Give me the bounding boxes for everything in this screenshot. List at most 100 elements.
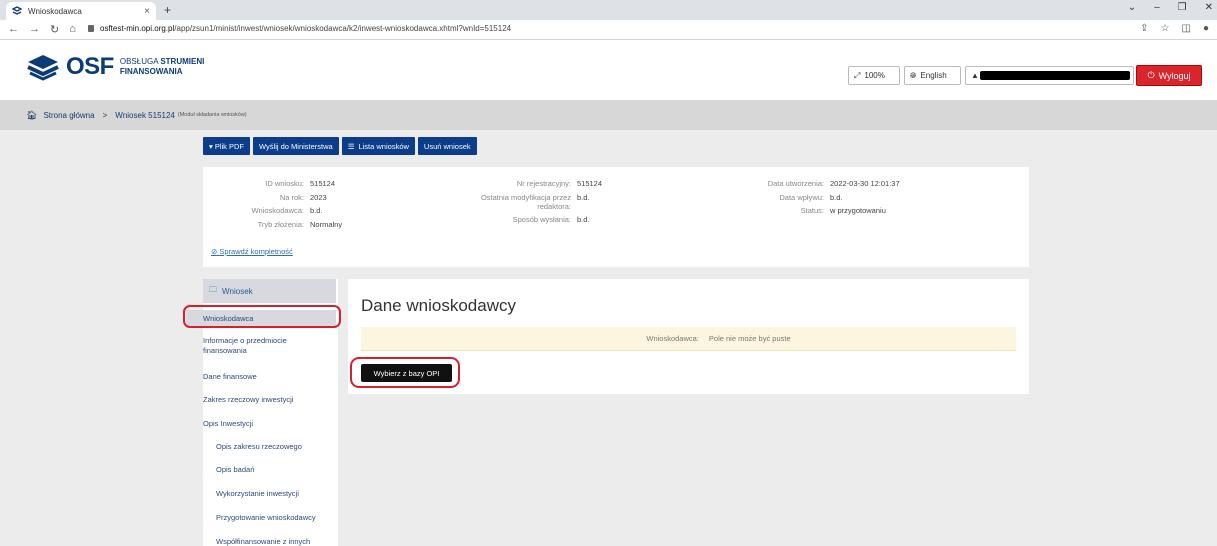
new-tab-button[interactable]: + bbox=[164, 3, 171, 17]
url-path: /app/zsun1/minist/inwest/wniosek/wniosko… bbox=[174, 24, 512, 33]
info-label: Data utworzenia: bbox=[767, 179, 824, 188]
application-list-button[interactable]: ☰ Lista wniosków bbox=[341, 137, 415, 155]
sidebar-head[interactable]: 🗀︎ Wniosek bbox=[203, 279, 336, 303]
info-column-3: Data utworzenia: 2022-03-30 12:01:37 Data… bbox=[743, 179, 900, 220]
logo-mark-icon bbox=[27, 55, 59, 81]
language-button[interactable]: 🌐︎ English bbox=[904, 66, 961, 85]
browser-tabbar: Wnioskodawca × + ⌄ – ❐ ✕ bbox=[0, 0, 1217, 20]
info-value: w przygotowaniu bbox=[830, 206, 886, 215]
info-label: Status: bbox=[800, 206, 824, 215]
app-header: OSF OBSŁUGA STRUMIENI FINANSOWANIA ⤢ 100… bbox=[0, 40, 1217, 100]
breadcrumb-module: (Moduł składania wniosków) bbox=[177, 112, 247, 118]
check-circle-icon: ⊘ bbox=[211, 247, 218, 256]
user-icon: ▲ bbox=[971, 71, 979, 80]
breadcrumb-home[interactable]: Strona główna bbox=[43, 111, 94, 120]
logo-sub2: FINANSOWANIA bbox=[119, 67, 183, 76]
check-completeness-label: Sprawdź kompletność bbox=[219, 247, 293, 256]
maximize-button[interactable]: ❐ bbox=[1178, 2, 1187, 13]
button-highlight-ring bbox=[350, 357, 460, 388]
sidepanel-icon[interactable]: ◫ bbox=[1182, 23, 1191, 34]
resize-icon: ⤢ bbox=[854, 70, 861, 80]
sidebar-item-zakres[interactable]: Zakres rzeczowy inwestycji bbox=[203, 395, 293, 405]
nav-buttons: ← → ↻ ⌂ bbox=[8, 23, 76, 36]
zoom-button[interactable]: ⤢ 100% bbox=[848, 66, 900, 85]
tab-close-icon[interactable]: × bbox=[144, 6, 150, 17]
info-label: Na rok: bbox=[279, 192, 304, 202]
info-column-2: Nr rejestracyjny: 515124 Ostatnia modyfik… bbox=[473, 179, 602, 229]
home-icon[interactable]: 🏠︎ bbox=[26, 110, 37, 121]
info-row: Ostatnia modyfikacja przez redaktora: b.d… bbox=[473, 193, 602, 211]
language-label: English bbox=[920, 71, 947, 80]
info-value: Normalny bbox=[310, 219, 343, 229]
info-label: Data wpływu: bbox=[779, 192, 824, 202]
action-toolbar: ▾ Plik PDF Wyślij do Ministerstwa ☰ List… bbox=[203, 137, 477, 155]
info-value: 515124 bbox=[310, 179, 336, 188]
breadcrumb-current: Wniosek 515124 bbox=[115, 110, 175, 120]
send-to-ministry-button[interactable]: Wyślij do Ministerstwa bbox=[253, 137, 339, 155]
user-button[interactable]: ▲ bbox=[965, 66, 1134, 85]
application-list-label: Lista wniosków bbox=[358, 141, 409, 151]
folder-icon: 🗀︎ bbox=[209, 285, 217, 294]
minimize-button[interactable]: – bbox=[1154, 2, 1160, 13]
list-icon: ☰ bbox=[347, 141, 355, 151]
osf-logo[interactable]: OSF OBSŁUGA STRUMIENI FINANSOWANIA bbox=[24, 52, 204, 82]
sidebar-item-wykorzystanie[interactable]: Wykorzystanie inwestycji bbox=[216, 489, 299, 499]
info-label: ID wniosku: bbox=[265, 179, 304, 188]
forward-icon[interactable]: → bbox=[29, 23, 40, 36]
info-value: b.d. bbox=[310, 206, 323, 215]
favicon-icon bbox=[12, 6, 22, 15]
star-icon[interactable]: ☆ bbox=[1161, 23, 1170, 34]
info-value: b.d. bbox=[577, 192, 590, 202]
alert-message: Pole nie może być puste bbox=[708, 334, 791, 343]
info-value: 515124 bbox=[577, 179, 603, 188]
info-label: Ostatnia modyfikacja przez redaktora: bbox=[480, 192, 571, 211]
sidebar-item-informacje[interactable]: Informacje o przedmiocie finansowania bbox=[203, 336, 323, 356]
sidebar-head-label: Wniosek bbox=[222, 286, 253, 296]
back-icon[interactable]: ← bbox=[8, 23, 19, 36]
pdf-button[interactable]: ▾ Plik PDF bbox=[203, 137, 251, 155]
info-row: Na rok: 2023 bbox=[203, 193, 342, 202]
info-row: Status: w przygotowaniu bbox=[743, 206, 900, 215]
url-field[interactable]: osftest-min.opi.org.pl/app/zsun1/minist/… bbox=[88, 24, 511, 33]
home-icon[interactable]: ⌂ bbox=[69, 23, 76, 36]
info-row: Tryb złożenia: Normalny bbox=[203, 219, 343, 229]
info-label: Tryb złożenia: bbox=[257, 219, 304, 229]
tab-title: Wnioskodawca bbox=[28, 6, 82, 16]
url-host: osftest-min.opi.org.pl bbox=[100, 24, 175, 33]
logo-text: OSF bbox=[66, 53, 114, 80]
page-title: Dane wnioskodawcy bbox=[361, 296, 516, 315]
sidebar-item-opis-badan[interactable]: Opis badań bbox=[216, 465, 254, 475]
reload-icon[interactable]: ↻ bbox=[50, 23, 59, 36]
chevron-right-icon: > bbox=[102, 110, 108, 120]
sidebar-item-przygotowanie[interactable]: Przygotowanie wnioskodawcy bbox=[216, 513, 316, 523]
browser-tab[interactable]: Wnioskodawca × bbox=[6, 2, 156, 20]
info-row: ID wniosku: 515124 bbox=[203, 179, 342, 188]
share-icon[interactable]: ⇪ bbox=[1140, 23, 1148, 34]
address-actions: ⇪ ☆ ◫ ● bbox=[1140, 23, 1209, 34]
logo-subtitle: OBSŁUGA STRUMIENI FINANSOWANIA bbox=[120, 57, 204, 77]
breadcrumb: 🏠︎ Strona główna > Wniosek 515124 (Moduł… bbox=[0, 100, 1217, 130]
logo-sub1: OBSŁUGA bbox=[119, 57, 161, 66]
info-row: Wnioskodawca: b.d. bbox=[203, 206, 342, 215]
sidebar-item-dane-finansowe[interactable]: Dane finansowe bbox=[203, 372, 257, 382]
sidebar-item-opis-zakresu[interactable]: Opis zakresu rzeczowego bbox=[216, 442, 302, 452]
info-label: Sposób wysłania: bbox=[512, 215, 571, 224]
profile-icon[interactable]: ● bbox=[1203, 23, 1209, 34]
redacted-username bbox=[980, 71, 1130, 80]
delete-application-button[interactable]: Usuń wniosek bbox=[417, 137, 477, 155]
logout-label: Wyloguj bbox=[1158, 70, 1191, 81]
window-controls: ⌄ – ❐ ✕ bbox=[1128, 2, 1213, 13]
close-window-button[interactable]: ✕ bbox=[1205, 2, 1213, 13]
sidebar-item-opis-inwestycji[interactable]: Opis Inwestycji bbox=[203, 419, 253, 429]
info-value: b.d. bbox=[830, 192, 843, 202]
info-value: 2022-03-30 12:01:37 bbox=[830, 179, 900, 188]
power-icon: ⏻ bbox=[1147, 70, 1155, 80]
info-row: Sposób wysłania: b.d. bbox=[473, 215, 602, 224]
globe-icon: 🌐︎ bbox=[910, 70, 917, 80]
logo-sub1-bold: STRUMIENI bbox=[160, 57, 205, 66]
logout-button[interactable]: ⏻ Wyloguj bbox=[1136, 65, 1202, 86]
check-completeness-link[interactable]: ⊘ Sprawdź kompletność bbox=[211, 247, 293, 256]
tab-list-icon[interactable]: ⌄ bbox=[1128, 2, 1136, 13]
sidebar-item-wspolfinansowanie[interactable]: Współfinansowanie z innych bbox=[216, 537, 310, 546]
alert-label: Wnioskodawca: bbox=[646, 334, 699, 343]
